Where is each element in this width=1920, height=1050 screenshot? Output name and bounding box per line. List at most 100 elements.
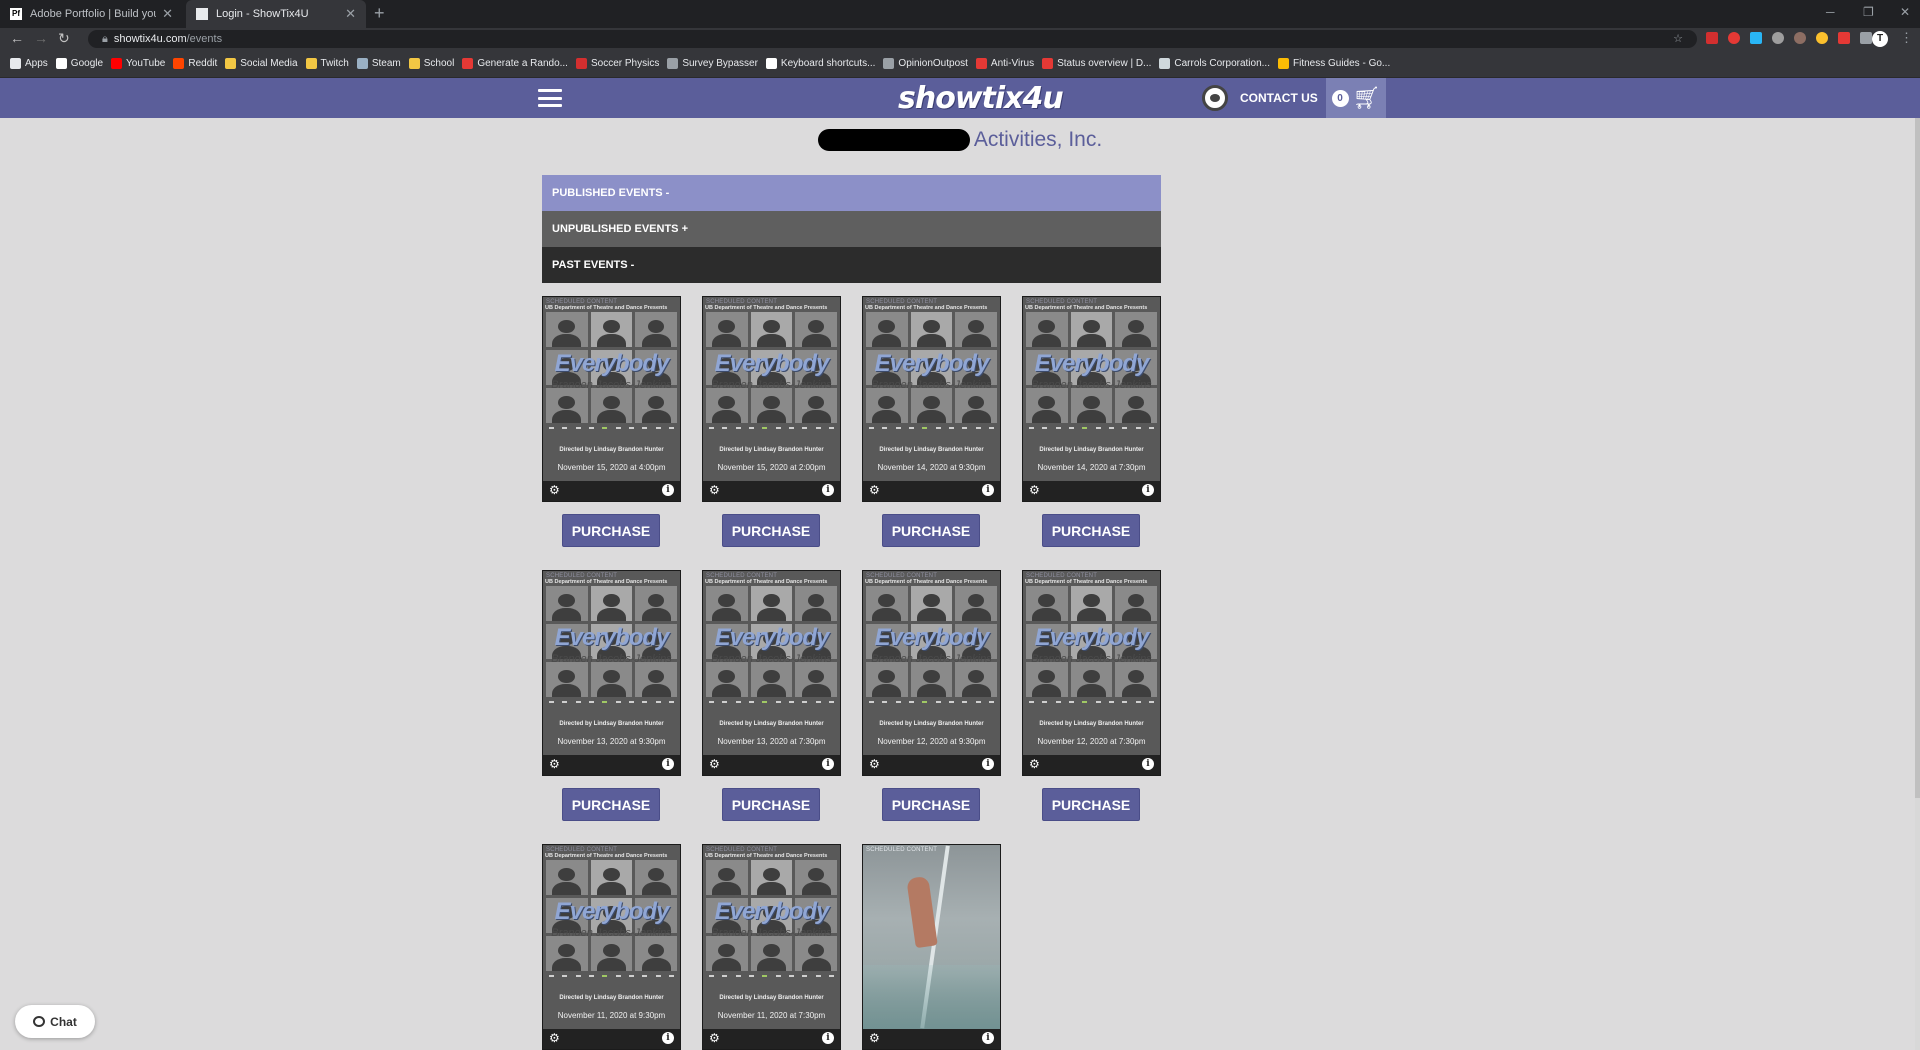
extensions-puzzle-icon[interactable] (1860, 32, 1872, 44)
bookmark-item[interactable]: Steam (356, 58, 401, 69)
purchase-button[interactable]: PURCHASE (882, 514, 980, 547)
gear-icon[interactable]: ⚙ (1029, 483, 1040, 497)
close-window-icon[interactable]: ✕ (1900, 5, 1910, 19)
event-card[interactable]: SCHEDULED CONTENT UB Department of Theat… (542, 844, 681, 1050)
gear-icon[interactable]: ⚙ (709, 483, 720, 497)
info-icon[interactable]: i (1142, 758, 1154, 770)
gear-icon[interactable]: ⚙ (709, 1031, 720, 1045)
new-tab-icon[interactable]: + (374, 3, 385, 24)
gear-icon[interactable]: ⚙ (549, 757, 560, 771)
past-events-toggle[interactable]: PAST EVENTS - (542, 247, 1161, 283)
info-icon[interactable]: i (662, 758, 674, 770)
event-poster[interactable]: SCHEDULED CONTENT UB Department of Theat… (1023, 297, 1160, 481)
gear-icon[interactable]: ⚙ (709, 757, 720, 771)
bookmark-item[interactable]: School (408, 58, 454, 69)
profile-avatar[interactable]: T (1872, 31, 1888, 47)
browser-tab-adobe-portfolio[interactable]: Pf Adobe Portfolio | Build your own ✕ (0, 0, 183, 28)
extension-icon[interactable] (1838, 32, 1850, 44)
minimize-window-icon[interactable]: ─ (1826, 5, 1835, 19)
event-poster[interactable]: SCHEDULED CONTENT UB Department of Theat… (863, 297, 1000, 481)
info-icon[interactable]: i (982, 758, 994, 770)
event-poster[interactable]: SCHEDULED CONTENT UB Department of Theat… (703, 571, 840, 755)
unpublished-events-toggle[interactable]: UNPUBLISHED EVENTS + (542, 211, 1161, 247)
info-icon[interactable]: i (822, 1032, 834, 1044)
close-tab-icon[interactable]: ✕ (345, 6, 356, 22)
bookmark-item[interactable]: OpinionOutpost (883, 58, 968, 69)
event-card[interactable]: SCHEDULED CONTENT UB Department of Theat… (702, 570, 841, 776)
gear-icon[interactable]: ⚙ (549, 1031, 560, 1045)
event-card[interactable]: SCHEDULED CONTENT UB Department of Theat… (1022, 570, 1161, 776)
gear-icon[interactable]: ⚙ (869, 757, 880, 771)
extension-icon[interactable] (1706, 32, 1718, 44)
purchase-button[interactable]: PURCHASE (562, 514, 660, 547)
event-card[interactable]: SCHEDULED CONTENT UB Department of Theat… (542, 570, 681, 776)
purchase-button[interactable]: PURCHASE (722, 788, 820, 821)
info-icon[interactable]: i (982, 1032, 994, 1044)
extension-icon[interactable] (1750, 32, 1762, 44)
bookmark-item[interactable]: Google (55, 58, 103, 69)
purchase-button[interactable]: PURCHASE (722, 514, 820, 547)
event-card[interactable]: SCHEDULED CONTENT ⚙ i (862, 844, 1001, 1050)
event-poster-photo[interactable]: SCHEDULED CONTENT (863, 845, 1000, 1029)
extension-icon[interactable] (1816, 32, 1828, 44)
restore-window-icon[interactable]: ❐ (1863, 5, 1874, 19)
event-card[interactable]: SCHEDULED CONTENT UB Department of Theat… (862, 296, 1001, 502)
published-events-toggle[interactable]: PUBLISHED EVENTS - (542, 175, 1161, 211)
bookmark-item[interactable]: Twitch (305, 58, 349, 69)
bookmark-star-icon[interactable]: ☆ (1673, 30, 1683, 48)
contact-us-link[interactable]: CONTACT US (1202, 84, 1318, 112)
event-card[interactable]: SCHEDULED CONTENT UB Department of Theat… (542, 296, 681, 502)
event-card[interactable]: SCHEDULED CONTENT UB Department of Theat… (702, 296, 841, 502)
event-poster[interactable]: SCHEDULED CONTENT UB Department of Theat… (1023, 571, 1160, 755)
bookmark-item[interactable]: Carrols Corporation... (1159, 58, 1270, 69)
browser-menu-icon[interactable]: ⋮ (1900, 30, 1913, 46)
bookmark-item[interactable]: Social Media (225, 58, 298, 69)
address-bar[interactable]: 🔒︎ showtix4u.com/events ☆ (88, 30, 1697, 48)
gear-icon[interactable]: ⚙ (1029, 757, 1040, 771)
event-poster[interactable]: SCHEDULED CONTENT UB Department of Theat… (703, 845, 840, 1029)
event-poster[interactable]: SCHEDULED CONTENT UB Department of Theat… (863, 571, 1000, 755)
purchase-button[interactable]: PURCHASE (1042, 788, 1140, 821)
event-card[interactable]: SCHEDULED CONTENT UB Department of Theat… (702, 844, 841, 1050)
extension-icon[interactable] (1772, 32, 1784, 44)
gear-icon[interactable]: ⚙ (549, 483, 560, 497)
bookmark-item[interactable]: Apps (10, 58, 48, 69)
info-icon[interactable]: i (982, 484, 994, 496)
purchase-button[interactable]: PURCHASE (1042, 514, 1140, 547)
bookmark-item[interactable]: Reddit (173, 58, 217, 69)
gear-icon[interactable]: ⚙ (869, 1031, 880, 1045)
bookmark-item[interactable]: Keyboard shortcuts... (765, 58, 875, 69)
browser-tab-showtix-login[interactable]: Login - ShowTix4U ✕ (186, 0, 366, 28)
event-card[interactable]: SCHEDULED CONTENT UB Department of Theat… (862, 570, 1001, 776)
info-icon[interactable]: i (822, 758, 834, 770)
back-icon[interactable]: ← (10, 30, 24, 46)
bookmark-item[interactable]: Soccer Physics (575, 58, 659, 69)
event-poster[interactable]: SCHEDULED CONTENT UB Department of Theat… (543, 571, 680, 755)
bookmark-item[interactable]: Status overview | D... (1042, 58, 1151, 69)
cart-button[interactable]: 0 🛒︎ (1326, 78, 1386, 118)
extension-icon[interactable] (1794, 32, 1806, 44)
bookmark-item[interactable]: Anti-Virus (975, 58, 1034, 69)
reload-icon[interactable]: ↻ (58, 30, 70, 47)
page-scrollbar-thumb[interactable] (1915, 118, 1920, 798)
gear-icon[interactable]: ⚙ (869, 483, 880, 497)
bookmark-item[interactable]: YouTube (111, 58, 165, 69)
event-poster[interactable]: SCHEDULED CONTENT UB Department of Theat… (543, 845, 680, 1029)
event-poster[interactable]: SCHEDULED CONTENT UB Department of Theat… (703, 297, 840, 481)
info-icon[interactable]: i (1142, 484, 1154, 496)
purchase-button[interactable]: PURCHASE (562, 788, 660, 821)
purchase-button[interactable]: PURCHASE (882, 788, 980, 821)
bookmark-item[interactable]: Fitness Guides - Go... (1277, 58, 1390, 69)
info-icon[interactable]: i (662, 1032, 674, 1044)
showtix4u-logo[interactable]: showtix4u (898, 81, 1064, 116)
bookmark-item[interactable]: Generate a Rando... (462, 58, 568, 69)
info-icon[interactable]: i (822, 484, 834, 496)
event-poster[interactable]: SCHEDULED CONTENT UB Department of Theat… (543, 297, 680, 481)
chat-button[interactable]: Chat (15, 1005, 95, 1038)
info-icon[interactable]: i (662, 484, 674, 496)
event-card[interactable]: SCHEDULED CONTENT UB Department of Theat… (1022, 296, 1161, 502)
close-tab-icon[interactable]: ✕ (162, 6, 173, 22)
hamburger-menu-icon[interactable] (538, 89, 562, 107)
extension-icon[interactable] (1728, 32, 1740, 44)
bookmark-item[interactable]: Survey Bypasser (667, 58, 758, 69)
